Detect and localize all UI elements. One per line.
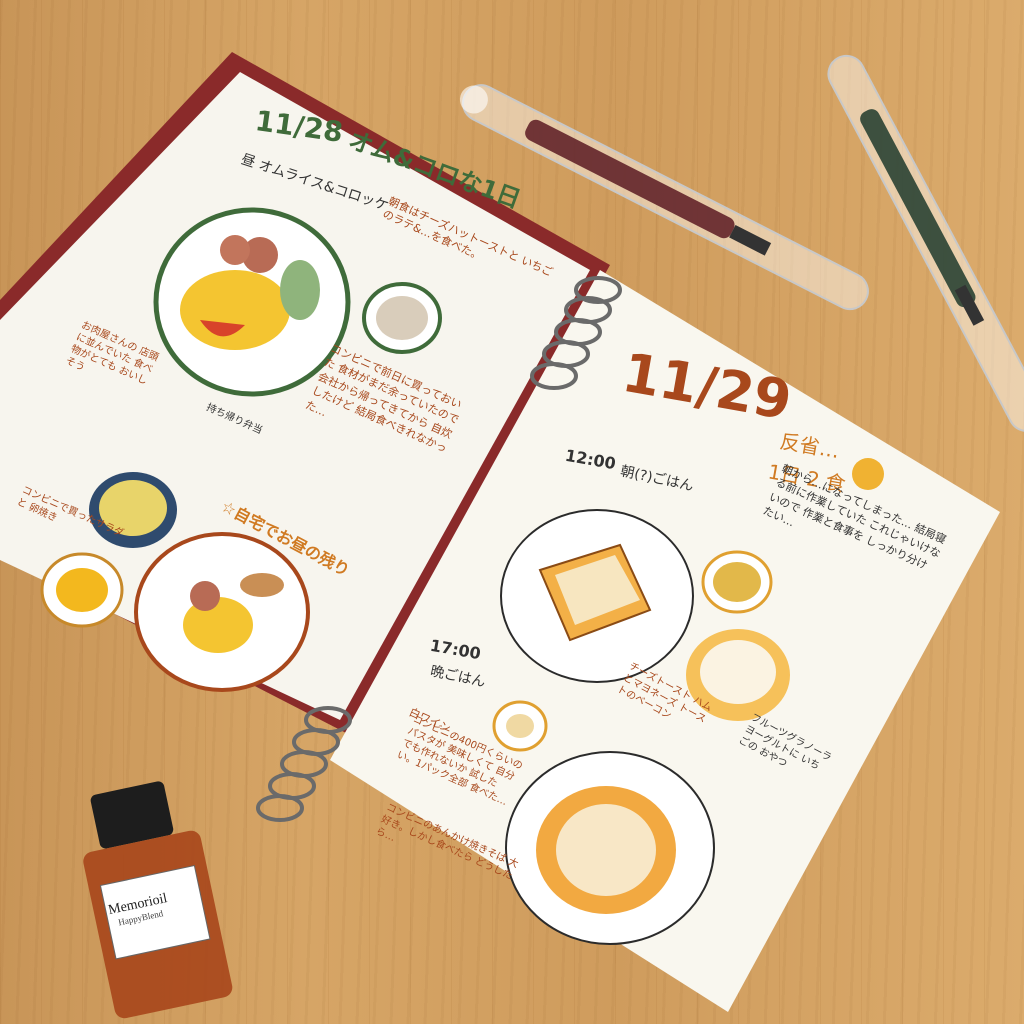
tea-cup <box>701 550 773 614</box>
pasta-plate <box>505 751 715 945</box>
omurice-plate <box>153 207 351 397</box>
egg-dish <box>40 552 124 628</box>
pen-dark-green <box>827 54 1024 432</box>
sun-doodle <box>852 458 884 490</box>
wine-glass <box>492 700 548 752</box>
soup-cup <box>362 282 442 354</box>
toast-plate <box>500 509 694 683</box>
curry-plate <box>134 532 310 692</box>
